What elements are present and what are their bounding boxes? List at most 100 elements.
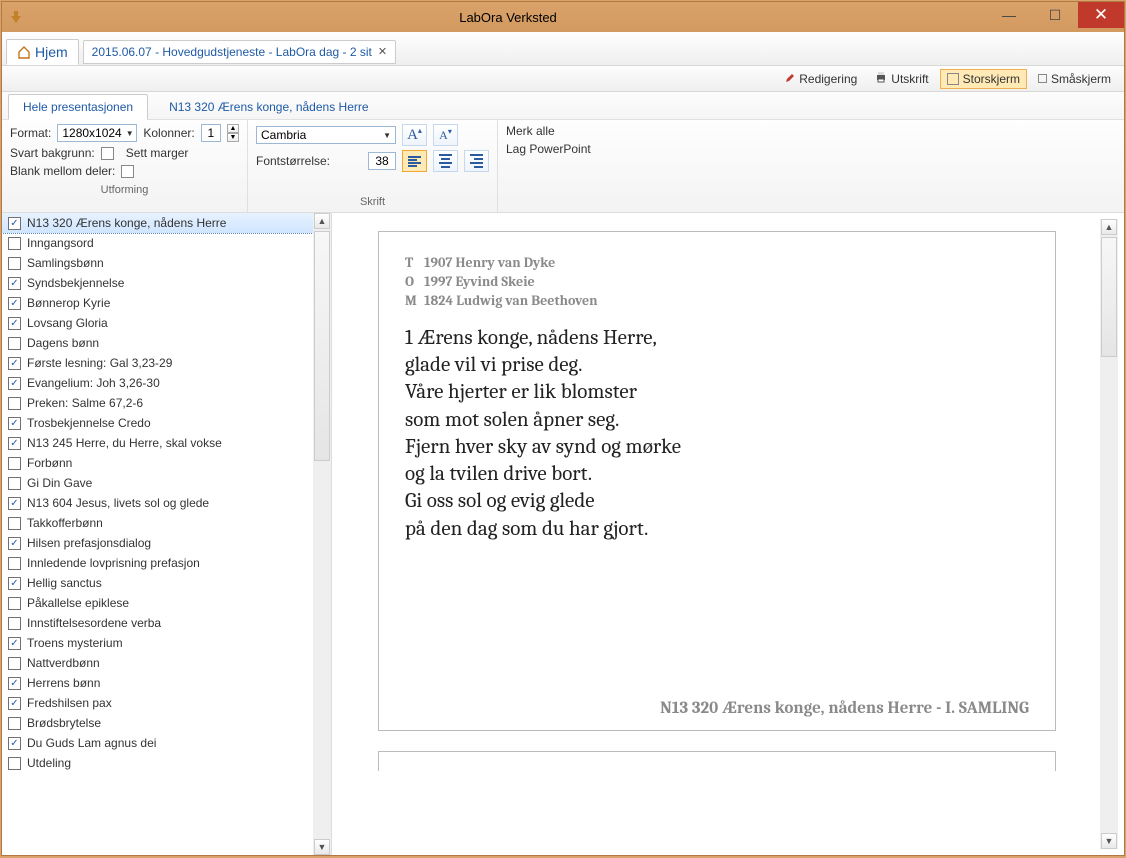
svart-bg-checkbox[interactable] xyxy=(101,147,114,160)
list-item[interactable]: ✓Du Guds Lam agnus dei xyxy=(2,733,313,753)
item-scrollbar[interactable]: ▲ ▼ xyxy=(313,213,331,855)
item-checkbox[interactable] xyxy=(8,257,21,270)
list-item[interactable]: ✓ Første lesning: Gal 3,23-29 xyxy=(2,353,313,373)
lag-powerpoint-button[interactable]: Lag PowerPoint xyxy=(506,142,591,156)
list-item[interactable]: Innledende lovprisning prefasjon xyxy=(2,553,313,573)
item-checkbox[interactable] xyxy=(8,477,21,490)
list-item[interactable]: ✓ Troens mysterium xyxy=(2,633,313,653)
align-right-button[interactable] xyxy=(464,150,489,172)
item-checkbox[interactable] xyxy=(8,557,21,570)
item-checkbox[interactable] xyxy=(8,337,21,350)
fontsize-input[interactable]: 38 xyxy=(368,152,396,170)
sett-marger-button[interactable]: Sett marger xyxy=(126,146,189,160)
item-checkbox[interactable]: ✓ xyxy=(8,417,21,430)
item-checkbox[interactable]: ✓ xyxy=(8,297,21,310)
list-item[interactable]: Nattverdbønn xyxy=(2,653,313,673)
list-item[interactable]: Dagens bønn xyxy=(2,333,313,353)
utskrift-button[interactable]: Utskrift xyxy=(868,68,935,89)
tab-current[interactable]: N13 320 Ærens konge, nådens Herre xyxy=(154,94,383,120)
item-label: Gi Din Gave xyxy=(27,476,92,490)
list-item[interactable]: ✓Fredshilsen pax xyxy=(2,693,313,713)
list-item[interactable]: ✓Syndsbekjennelse xyxy=(2,273,313,293)
merk-alle-button[interactable]: Merk alle xyxy=(506,124,555,138)
list-item[interactable]: Påkallelse epiklese xyxy=(2,593,313,613)
list-item[interactable]: Forbønn xyxy=(2,453,313,473)
storskjerm-button[interactable]: Storskjerm xyxy=(940,69,1027,89)
list-item[interactable]: Gi Din Gave xyxy=(2,473,313,493)
item-list[interactable]: ✓N13 320 Ærens konge, nådens HerreInngan… xyxy=(2,213,313,855)
blank-deler-checkbox[interactable] xyxy=(121,165,134,178)
item-checkbox[interactable] xyxy=(8,517,21,530)
scroll-down-icon[interactable]: ▼ xyxy=(1101,833,1117,849)
preview-scrollbar[interactable]: ▲ ▼ xyxy=(1100,219,1118,849)
document-tab-label: 2015.06.07 - Hovedgudstjeneste - LabOra … xyxy=(92,45,372,59)
scroll-up-icon[interactable]: ▲ xyxy=(314,213,330,229)
slide: T 1907 Henry van Dyke O 1997 Eyvind Skei… xyxy=(378,231,1056,731)
item-checkbox[interactable]: ✓ xyxy=(8,497,21,510)
slide-viewport[interactable]: T 1907 Henry van Dyke O 1997 Eyvind Skei… xyxy=(338,219,1096,849)
list-item[interactable]: ✓Herrens bønn xyxy=(2,673,313,693)
item-checkbox[interactable] xyxy=(8,237,21,250)
scroll-thumb[interactable] xyxy=(314,231,330,461)
scroll-thumb[interactable] xyxy=(1101,237,1117,357)
item-checkbox[interactable]: ✓ xyxy=(8,677,21,690)
kolonner-spinner[interactable]: ▲ ▼ xyxy=(227,124,239,142)
list-item[interactable]: ✓Hilsen prefasjonsdialog xyxy=(2,533,313,553)
item-checkbox[interactable] xyxy=(8,757,21,770)
item-checkbox[interactable]: ✓ xyxy=(8,637,21,650)
item-checkbox[interactable]: ✓ xyxy=(8,537,21,550)
close-button[interactable]: ✕ xyxy=(1078,2,1124,28)
home-tab[interactable]: Hjem xyxy=(6,39,79,65)
list-item[interactable]: Preken: Salme 67,2-6 xyxy=(2,393,313,413)
item-label: Første lesning: Gal 3,23-29 xyxy=(27,356,172,370)
font-select[interactable]: Cambria ▼ xyxy=(256,126,396,144)
item-checkbox[interactable] xyxy=(8,657,21,670)
scroll-up-icon[interactable]: ▲ xyxy=(1101,219,1117,235)
item-checkbox[interactable]: ✓ xyxy=(8,317,21,330)
tab-all[interactable]: Hele presentasjonen xyxy=(8,94,148,120)
format-select[interactable]: 1280x1024 ▼ xyxy=(57,124,137,142)
align-center-button[interactable] xyxy=(433,150,458,172)
item-checkbox[interactable] xyxy=(8,597,21,610)
smaskjerm-button[interactable]: Småskjerm xyxy=(1031,69,1118,89)
list-item[interactable]: Samlingsbønn xyxy=(2,253,313,273)
spin-up-icon[interactable]: ▲ xyxy=(227,124,239,133)
list-item[interactable]: Takkofferbønn xyxy=(2,513,313,533)
scroll-down-icon[interactable]: ▼ xyxy=(314,839,330,855)
item-checkbox[interactable]: ✓ xyxy=(8,437,21,450)
document-tab[interactable]: 2015.06.07 - Hovedgudstjeneste - LabOra … xyxy=(83,40,396,64)
align-left-button[interactable] xyxy=(402,150,427,172)
item-checkbox[interactable]: ✓ xyxy=(8,697,21,710)
item-checkbox[interactable] xyxy=(8,617,21,630)
spin-down-icon[interactable]: ▼ xyxy=(227,133,239,142)
list-item[interactable]: ✓N13 604 Jesus, livets sol og glede xyxy=(2,493,313,513)
redigering-button[interactable]: Redigering xyxy=(778,69,864,89)
minimize-button[interactable]: — xyxy=(986,2,1032,28)
item-label: Troens mysterium xyxy=(27,636,123,650)
list-item[interactable]: ✓Trosbekjennelse Credo xyxy=(2,413,313,433)
font-decrease-button[interactable]: A▾ xyxy=(433,124,458,146)
list-item[interactable]: Inngangsord xyxy=(2,233,313,253)
item-checkbox[interactable]: ✓ xyxy=(8,277,21,290)
list-item[interactable]: ✓Bønnerop Kyrie xyxy=(2,293,313,313)
kolonner-input[interactable]: 1 xyxy=(201,124,221,142)
list-item[interactable]: Brødsbrytelse xyxy=(2,713,313,733)
close-tab-icon[interactable]: ✕ xyxy=(378,45,387,58)
item-checkbox[interactable]: ✓ xyxy=(8,737,21,750)
list-item[interactable]: ✓N13 320 Ærens konge, nådens Herre xyxy=(2,213,313,233)
item-checkbox[interactable] xyxy=(8,457,21,470)
font-increase-button[interactable]: A▴ xyxy=(402,124,427,146)
item-checkbox[interactable] xyxy=(8,397,21,410)
list-item[interactable]: ✓Hellig sanctus xyxy=(2,573,313,593)
item-checkbox[interactable] xyxy=(8,717,21,730)
list-item[interactable]: Innstiftelsesordene verba xyxy=(2,613,313,633)
list-item[interactable]: ✓Lovsang Gloria xyxy=(2,313,313,333)
list-item[interactable]: Utdeling xyxy=(2,753,313,773)
item-checkbox[interactable]: ✓ xyxy=(8,577,21,590)
list-item[interactable]: ✓Evangelium: Joh 3,26-30 xyxy=(2,373,313,393)
item-checkbox[interactable]: ✓ xyxy=(8,217,21,230)
maximize-button[interactable]: ☐ xyxy=(1032,2,1078,28)
item-checkbox[interactable]: ✓ xyxy=(8,377,21,390)
item-checkbox[interactable]: ✓ xyxy=(8,357,21,370)
list-item[interactable]: ✓N13 245 Herre, du Herre, skal vokse xyxy=(2,433,313,453)
